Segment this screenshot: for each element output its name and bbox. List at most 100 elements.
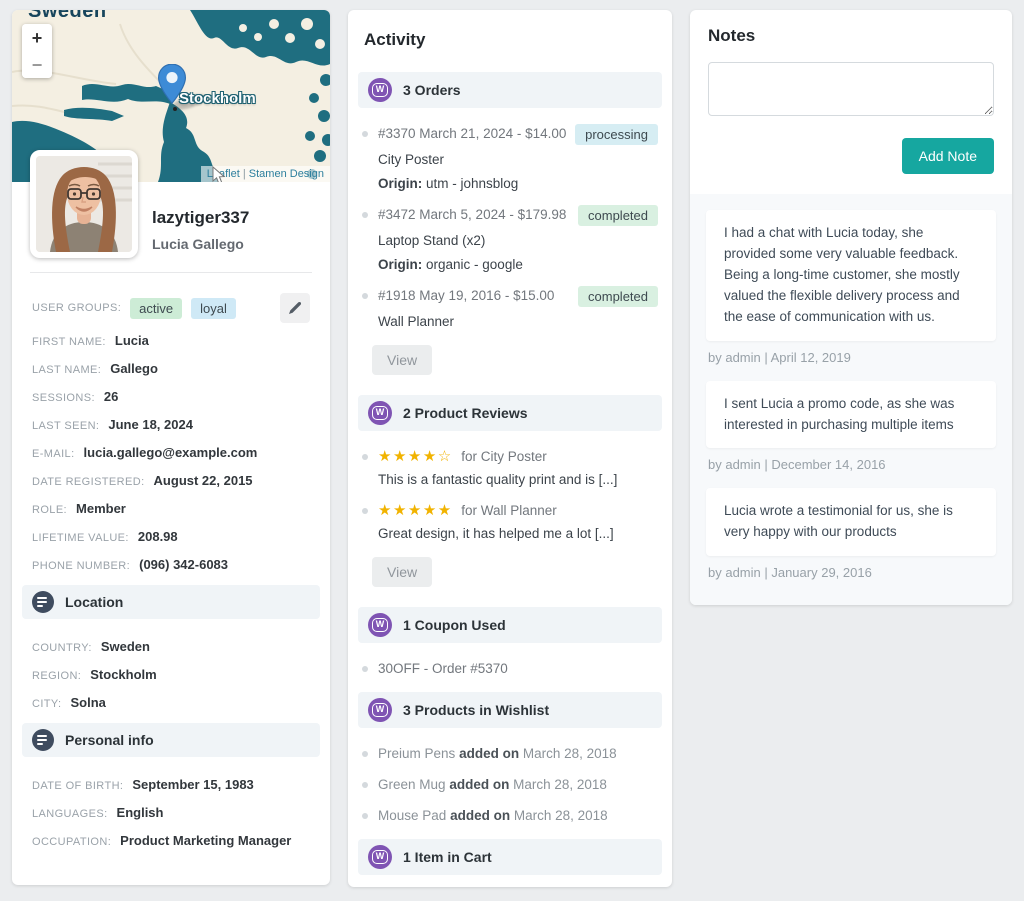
cart-section-header: W 1 Item in Cart [358, 839, 662, 875]
note-meta: by admin | December 14, 2016 [708, 457, 886, 473]
map-country-label: Sweden [28, 10, 107, 22]
field-row: LAST SEEN: June 18, 2024 [32, 417, 193, 432]
order-product: City Poster [378, 152, 445, 167]
field-row: LAST NAME: Gallego [32, 361, 158, 376]
field-row: COUNTRY: Sweden [32, 639, 150, 654]
profile-header: lazytiger337 Lucia Gallego [12, 150, 330, 258]
activity-panel: Activity W 3 Orders #3370 March 21, 2024… [348, 10, 672, 887]
order-item: #1918 May 19, 2016 - $15.00 completed Wa… [348, 286, 672, 331]
order-item: #3370 March 21, 2024 - $14.00 processing… [348, 124, 672, 193]
notes-panel: Notes Add Note I had a chat with Lucia t… [690, 10, 1012, 605]
field-row: FIRST NAME: Lucia [32, 333, 149, 348]
woocommerce-icon: W [368, 698, 392, 722]
coupons-section-header: W 1 Coupon Used [358, 607, 662, 643]
personal-info-section-header: Personal info [22, 723, 320, 757]
field-row: DATE OF BIRTH: September 15, 1983 [32, 777, 254, 792]
status-badge: completed [578, 205, 658, 226]
avatar-portrait [36, 156, 132, 252]
order-product: Laptop Stand (x2) [378, 233, 486, 248]
reviews-section-header: W 2 Product Reviews [358, 395, 662, 431]
bullet-icon [362, 666, 368, 672]
city-dot [173, 107, 177, 111]
mouse-cursor-icon [212, 166, 225, 182]
woocommerce-icon: W [368, 845, 392, 869]
bullet-icon [362, 212, 368, 218]
group-badge-active: active [130, 297, 183, 319]
attribution-separator: | [242, 168, 246, 180]
divider [30, 272, 312, 273]
note-card: I sent Lucia a promo code, as she was in… [706, 380, 996, 449]
activity-title: Activity [364, 30, 426, 49]
add-note-button[interactable]: Add Note [901, 138, 994, 174]
order-origin: Origin: utm - johnsblog [378, 176, 519, 191]
user-groups-label: USER GROUPS: [32, 302, 122, 314]
section-title: Location [65, 594, 124, 610]
field-row: LIFETIME VALUE: 208.98 [32, 529, 178, 544]
lines-icon [32, 591, 54, 613]
user-groups-row: USER GROUPS: active loyal [12, 293, 330, 323]
map-city-label: Stockholm [179, 90, 256, 107]
star-rating: ★★★★★ [378, 502, 453, 519]
review-excerpt: This is a fantastic quality print and is… [378, 472, 618, 487]
field-row: LANGUAGES: English [32, 805, 164, 820]
group-badge-loyal: loyal [191, 297, 236, 319]
coupon-item: 30OFF - Order #5370 [348, 659, 672, 678]
zoom-out-button[interactable]: − [22, 51, 52, 78]
review-item: ★★★★★ for Wall Planner Great design, it … [348, 501, 672, 543]
status-badge: completed [578, 286, 658, 307]
bullet-icon [362, 454, 368, 460]
field-row: DATE REGISTERED: August 22, 2015 [32, 473, 253, 488]
note-card: Lucia wrote a testimonial for us, she is… [706, 488, 996, 557]
notes-title: Notes [708, 26, 756, 45]
location-section-header: Location [22, 585, 320, 619]
bullet-icon [362, 508, 368, 514]
section-title: Personal info [65, 732, 154, 748]
bullet-icon [362, 782, 368, 788]
notes-form: Notes Add Note [690, 10, 1012, 194]
field-row: PHONE NUMBER: (096) 342-6083 [32, 557, 229, 572]
review-excerpt: Great design, it has helped me a lot [..… [378, 526, 614, 541]
stamen-link[interactable]: Stamen Design [249, 168, 324, 180]
order-item: #3472 March 5, 2024 - $179.98 completed … [348, 205, 672, 274]
field-row: CITY: Solna [32, 695, 106, 710]
customer-profile-page: Sweden + − Stockholm Leaflet | Stamen De… [0, 0, 1024, 901]
bullet-icon [362, 751, 368, 757]
avatar [30, 150, 138, 258]
view-reviews-button[interactable]: View [372, 557, 433, 587]
order-product: Wall Planner [378, 314, 455, 329]
note-meta: by admin | January 29, 2016 [708, 565, 872, 581]
view-orders-button[interactable]: View [372, 345, 433, 375]
note-card: I had a chat with Lucia today, she provi… [706, 210, 996, 341]
bullet-icon [362, 131, 368, 137]
username: lazytiger337 [152, 208, 250, 227]
note-input[interactable] [708, 62, 994, 116]
status-badge: processing [575, 124, 658, 145]
review-item: ★★★★☆ for City Poster This is a fantasti… [348, 447, 672, 489]
field-row: ROLE: Member [32, 501, 126, 516]
wishlist-section-header: W 3 Products in Wishlist [358, 692, 662, 728]
edit-groups-button[interactable] [280, 293, 310, 323]
star-rating: ★★★★☆ [378, 448, 453, 465]
field-row: REGION: Stockholm [32, 667, 157, 682]
note-meta: by admin | April 12, 2019 [708, 349, 851, 365]
customer-card: Sweden + − Stockholm Leaflet | Stamen De… [12, 10, 330, 885]
pencil-icon [289, 301, 302, 314]
field-row: SESSIONS: 26 [32, 389, 119, 404]
wishlist-item: Green Mug added on March 28, 2018 [348, 775, 672, 794]
bullet-icon [362, 293, 368, 299]
orders-section-header: W 3 Orders [358, 72, 662, 108]
wishlist-item: Preium Pens added on March 28, 2018 [348, 744, 672, 763]
order-origin: Origin: organic - google [378, 257, 523, 272]
woocommerce-icon: W [368, 613, 392, 637]
woocommerce-icon: W [368, 401, 392, 425]
lines-icon [32, 729, 54, 751]
wishlist-item: Mouse Pad added on March 28, 2018 [348, 806, 672, 825]
full-name: Lucia Gallego [152, 236, 244, 252]
map-zoom-control: + − [22, 24, 52, 78]
field-row: OCCUPATION: Product Marketing Manager [32, 833, 292, 848]
notes-list: I had a chat with Lucia today, she provi… [690, 194, 1012, 605]
bullet-icon [362, 813, 368, 819]
zoom-in-button[interactable]: + [22, 24, 52, 51]
field-row: E-MAIL: lucia.gallego@example.com [32, 445, 258, 460]
woocommerce-icon: W [368, 78, 392, 102]
